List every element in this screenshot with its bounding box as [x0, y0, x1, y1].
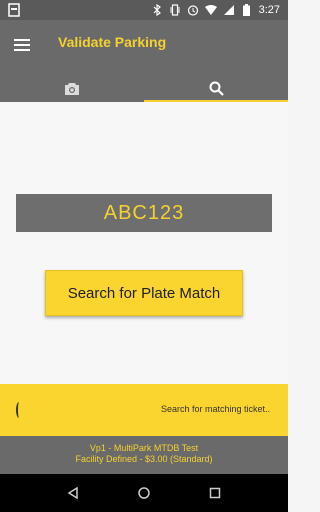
home-icon[interactable]	[137, 486, 151, 500]
tab-search[interactable]	[144, 80, 288, 102]
search-plate-button[interactable]: Search for Plate Match	[45, 270, 243, 316]
system-nav-bar	[0, 474, 288, 512]
camera-icon	[64, 82, 80, 101]
tab-camera[interactable]	[0, 80, 144, 102]
bluetooth-icon	[151, 4, 163, 16]
back-icon[interactable]	[66, 486, 80, 500]
status-time: 3:27	[258, 4, 280, 16]
footer-line-2: Facility Defined - $3.00 (Standard)	[75, 454, 213, 464]
status-bar: 3:27	[0, 0, 288, 20]
search-icon	[209, 81, 224, 101]
search-plate-button-label: Search for Plate Match	[67, 284, 221, 302]
footer-line-1: Vp1 - MultiPark MTDB Test	[89, 443, 199, 453]
wifi-icon	[204, 4, 217, 16]
recent-apps-icon[interactable]	[208, 486, 222, 500]
vibrate-icon	[169, 4, 181, 16]
alarm-icon	[187, 4, 199, 16]
search-status-bar: Search for matching ticket..	[0, 384, 288, 436]
app-title: Validate Parking	[58, 34, 167, 50]
search-status-text: Search for matching ticket..	[160, 404, 270, 414]
battery-icon	[241, 4, 253, 16]
app-bar: Validate Parking	[0, 20, 288, 102]
plate-number: ABC123	[103, 201, 185, 224]
plate-display[interactable]: ABC123	[16, 194, 272, 232]
facility-footer: Vp1 - MultiPark MTDB Test Facility Defin…	[0, 436, 288, 474]
signal-icon	[223, 4, 235, 16]
loading-spinner-icon	[16, 402, 22, 418]
main-content: ABC123 Search for Plate Match	[0, 102, 288, 384]
menu-icon[interactable]	[14, 38, 32, 52]
